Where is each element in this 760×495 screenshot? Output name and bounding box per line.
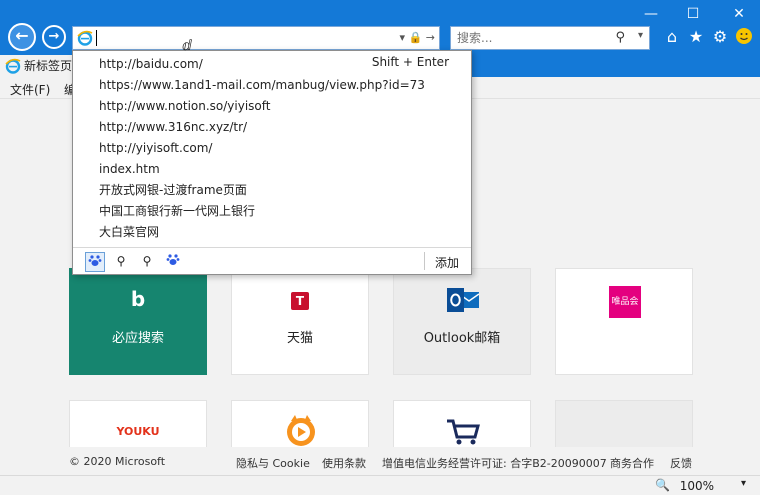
back-button[interactable]: ← xyxy=(8,23,36,51)
footer-feedback-link[interactable]: 反馈 xyxy=(670,455,692,471)
footer-business-link[interactable]: 商务合作 xyxy=(610,455,654,471)
provider-separator xyxy=(424,252,425,270)
zoom-magnifier-icon: 🔍 xyxy=(655,478,670,492)
forward-button[interactable]: → xyxy=(42,25,66,49)
footer-terms-link[interactable]: 使用条款 xyxy=(322,455,366,471)
text-cursor-icon: ⅆ xyxy=(182,38,192,54)
search-dropdown-icon[interactable]: ▾ xyxy=(638,30,643,41)
tab-title: 新标签页 xyxy=(24,59,73,73)
maximize-button[interactable]: ☐ xyxy=(676,0,710,28)
ie-tab-icon xyxy=(5,58,21,74)
dropdown-item[interactable]: http://www.316nc.xyz/tr/ xyxy=(99,117,247,137)
dropdown-arrow-icon[interactable]: ▾ xyxy=(400,31,406,44)
dropdown-item[interactable]: http://www.notion.so/yiyisoft xyxy=(99,96,271,116)
tile-label: 必应搜索 xyxy=(111,331,164,346)
orange-play-mascot-icon xyxy=(287,415,315,446)
dropdown-item[interactable]: 中国工商银行新一代网上银行 xyxy=(99,201,255,221)
minimize-button[interactable]: — xyxy=(634,0,668,28)
tile-vip[interactable]: 唯品会 xyxy=(555,268,693,375)
footer-copyright: © 2020 Microsoft xyxy=(69,455,166,468)
close-button[interactable]: ✕ xyxy=(722,0,756,28)
ie-logo-icon xyxy=(77,30,93,46)
lock-icon: 🔒 xyxy=(408,31,423,44)
tmall-logo-icon: T xyxy=(291,292,309,310)
search-icon[interactable]: ⚲ xyxy=(615,30,625,45)
address-autocomplete-dropdown: Shift + Enter http://baidu.com/ https://… xyxy=(72,50,472,275)
title-bar: — ☐ ✕ ← → ▾ 🔒 → ⚲ ▾ ⌂ ★ ⚙ xyxy=(0,0,760,53)
baidu-provider-icon[interactable] xyxy=(163,252,183,272)
address-caret xyxy=(96,30,97,46)
outlook-logo-icon xyxy=(447,288,479,312)
search-provider-magnifier-icon[interactable]: ⚲ xyxy=(111,252,131,272)
menu-file[interactable]: 文件(F) xyxy=(10,81,50,98)
favorites-star-icon[interactable]: ★ xyxy=(686,27,706,47)
dropdown-item[interactable]: index.htm xyxy=(99,159,160,179)
tile-outlook[interactable]: Outlook邮箱 xyxy=(393,268,531,375)
dropdown-item[interactable]: 开放式网银-过渡frame页面 xyxy=(99,180,247,200)
dropdown-item[interactable]: http://baidu.com/ xyxy=(99,54,203,74)
baidu-provider-icon[interactable] xyxy=(85,252,105,272)
go-arrow-icon[interactable]: → xyxy=(426,31,435,44)
vip-logo-icon: 唯品会 xyxy=(609,286,641,318)
dropdown-item[interactable]: http://yiyisoft.com/ xyxy=(99,138,212,158)
tile-label: 天猫 xyxy=(286,331,313,346)
search-provider-bar: ⚲ ⚲ 添加 xyxy=(73,247,471,274)
settings-gear-icon[interactable]: ⚙ xyxy=(710,27,730,47)
forward-arrow-icon: → xyxy=(48,29,60,44)
search-input[interactable] xyxy=(451,27,601,49)
footer: © 2020 Microsoft 隐私与 Cookie 使用条款 增值电信业务经… xyxy=(0,447,760,475)
status-bar: 🔍 100% ▾ xyxy=(0,475,760,495)
bing-logo-icon: b xyxy=(130,287,146,311)
home-icon[interactable]: ⌂ xyxy=(662,27,682,47)
search-box[interactable]: ⚲ ▾ xyxy=(450,26,650,50)
youku-logo-icon: YOUKU xyxy=(116,425,160,438)
zoom-level[interactable]: 100% xyxy=(680,479,714,493)
footer-license-link[interactable]: 增值电信业务经营许可证: 合字B2-20090007 xyxy=(382,455,607,471)
back-arrow-icon: ← xyxy=(15,26,29,45)
add-provider-button[interactable]: 添加 xyxy=(435,254,459,271)
address-controls[interactable]: ▾ 🔒 → xyxy=(400,31,435,44)
dropdown-item[interactable]: 大白菜官网 xyxy=(99,222,159,242)
tile-tmall[interactable]: T 天猫 xyxy=(231,268,369,375)
smiley-feedback-icon[interactable] xyxy=(734,27,754,47)
address-bar[interactable]: ▾ 🔒 → xyxy=(72,26,440,50)
search-provider-magnifier-icon[interactable]: ⚲ xyxy=(137,252,157,272)
dropdown-shortcut-hint: Shift + Enter xyxy=(371,55,449,69)
shopping-cart-icon xyxy=(447,419,480,445)
tile-label: Outlook邮箱 xyxy=(423,331,501,346)
zoom-dropdown-icon[interactable]: ▾ xyxy=(741,478,746,489)
dropdown-item[interactable]: https://www.1and1-mail.com/manbug/view.p… xyxy=(99,75,425,95)
tile-bing[interactable]: b 必应搜索 xyxy=(69,268,207,375)
footer-privacy-link[interactable]: 隐私与 Cookie xyxy=(236,455,310,471)
